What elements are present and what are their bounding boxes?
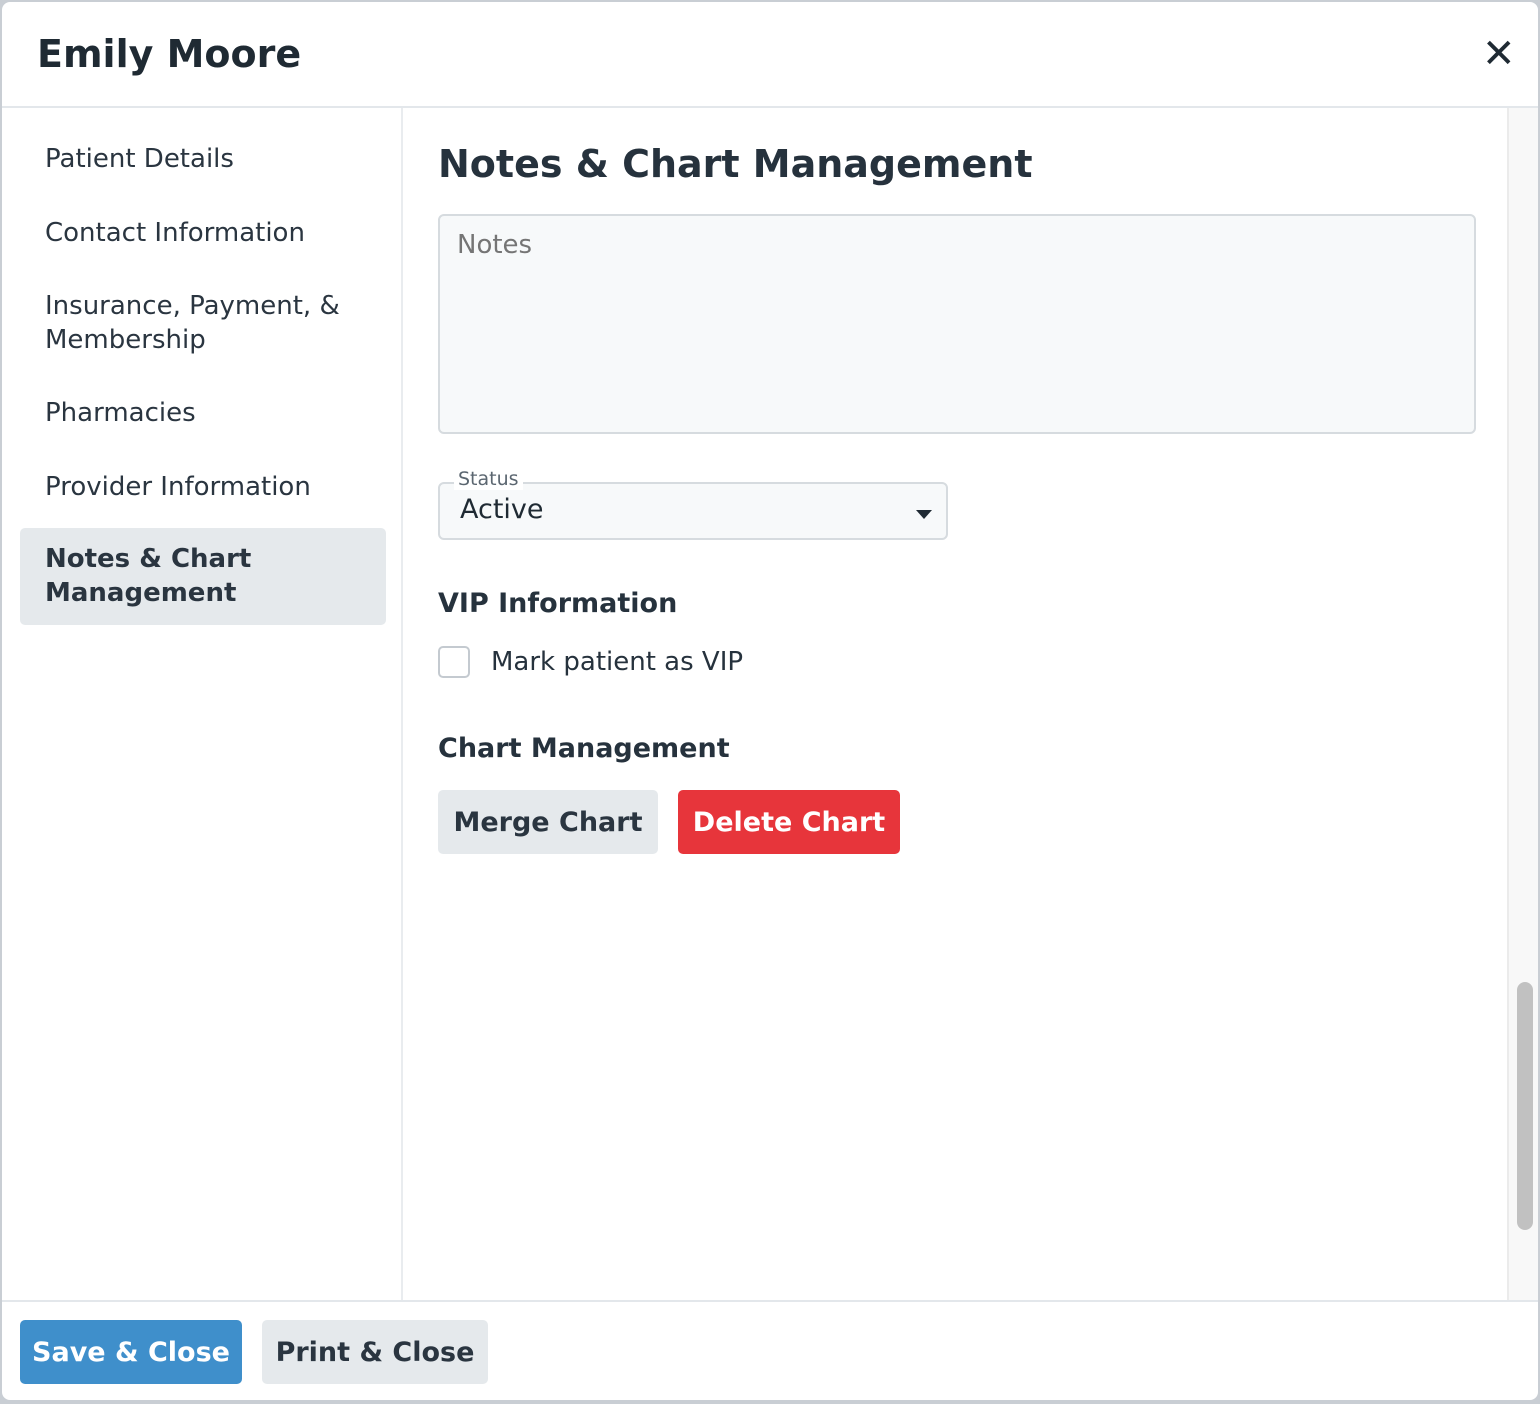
sidebar-item-provider-information[interactable]: Provider Information [20, 470, 386, 504]
scrollbar[interactable] [1507, 108, 1538, 1300]
notes-textarea[interactable] [438, 214, 1476, 434]
modal-header: Emily Moore ✕ [2, 2, 1538, 108]
scrollbar-thumb[interactable] [1517, 982, 1533, 1230]
sidebar-item-contact-information[interactable]: Contact Information [20, 216, 386, 250]
sidebar-item-patient-details[interactable]: Patient Details [20, 142, 386, 176]
vip-checkbox[interactable] [438, 646, 470, 678]
save-close-button[interactable]: Save & Close [20, 1320, 242, 1384]
status-select[interactable]: Status Active [438, 468, 948, 540]
sidebar: Patient Details Contact Information Insu… [2, 108, 403, 1300]
status-label: Status [454, 468, 523, 490]
main-content: Notes & Chart Management Status Active V… [405, 108, 1507, 1300]
vip-heading: VIP Information [438, 588, 678, 619]
modal-footer: Save & Close Print & Close [2, 1300, 1538, 1400]
delete-chart-button[interactable]: Delete Chart [678, 790, 900, 854]
sidebar-item-pharmacies[interactable]: Pharmacies [20, 396, 386, 430]
close-icon[interactable]: ✕ [1482, 32, 1516, 76]
patient-modal: Emily Moore ✕ Patient Details Contact In… [2, 2, 1538, 1400]
merge-chart-button[interactable]: Merge Chart [438, 790, 658, 854]
caret-down-icon [916, 510, 932, 519]
sidebar-item-notes-chart[interactable]: Notes & Chart Management [20, 528, 386, 625]
vip-checkbox-label[interactable]: Mark patient as VIP [491, 647, 743, 677]
status-value: Active [460, 494, 544, 525]
modal-title: Emily Moore [37, 32, 302, 76]
sidebar-item-insurance[interactable]: Insurance, Payment, & Membership [20, 289, 386, 357]
section-title: Notes & Chart Management [438, 142, 1033, 186]
print-close-button[interactable]: Print & Close [262, 1320, 488, 1384]
chart-management-heading: Chart Management [438, 733, 730, 764]
